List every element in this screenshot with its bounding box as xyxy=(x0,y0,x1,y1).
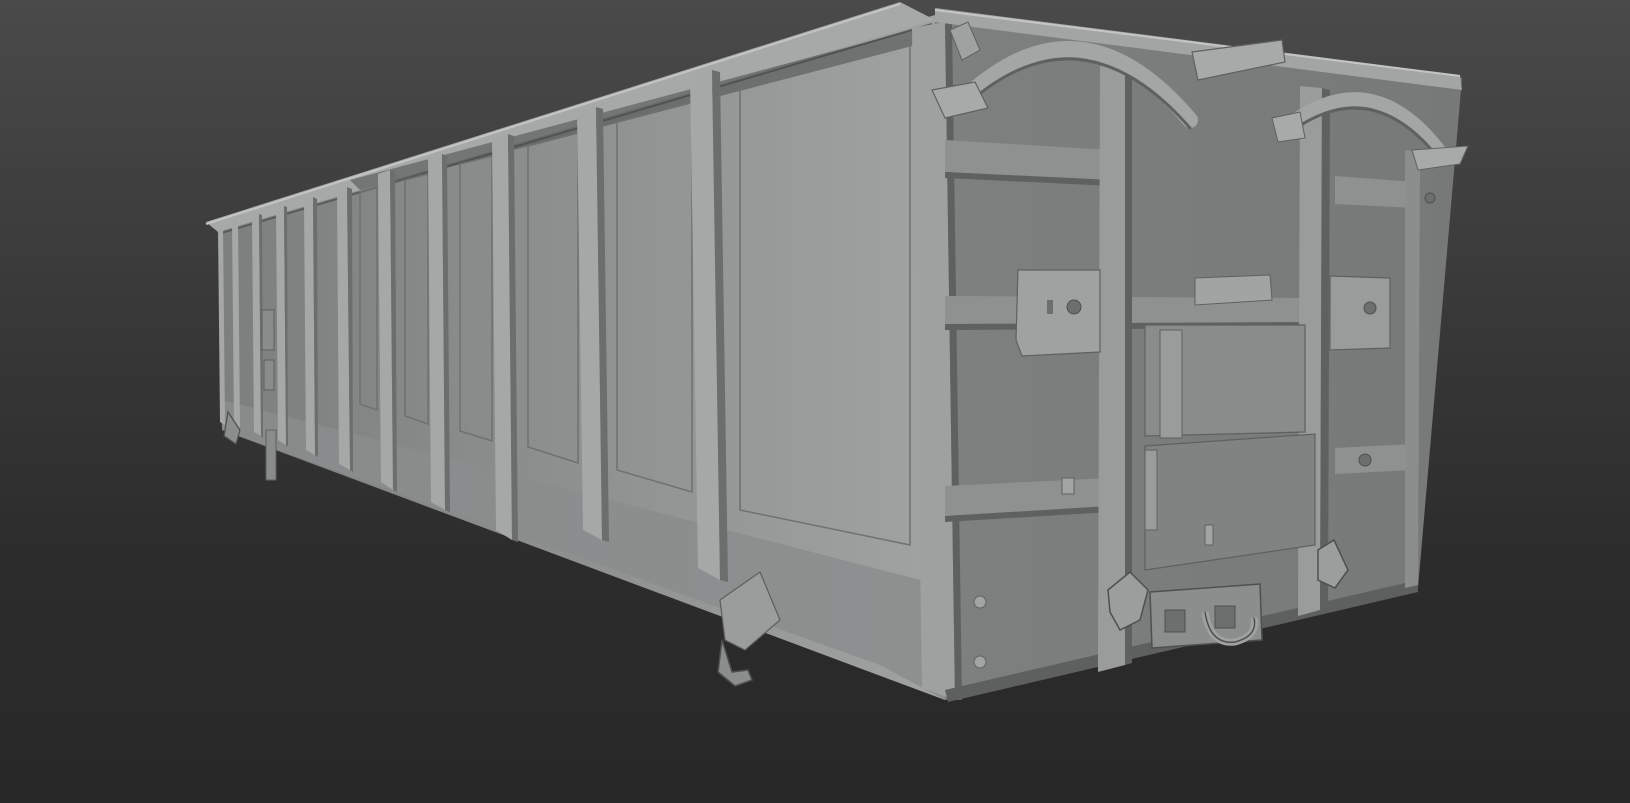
latch-small xyxy=(1204,524,1214,546)
post xyxy=(1405,150,1420,588)
wagon-render xyxy=(205,2,1469,702)
latch-small xyxy=(1061,477,1075,495)
hinge-plate xyxy=(1015,269,1101,357)
rivet xyxy=(973,595,987,609)
bolt-hole xyxy=(1066,299,1082,315)
door-handle xyxy=(1194,274,1273,306)
latch-handle xyxy=(265,429,277,481)
arch-bracket xyxy=(1411,145,1469,171)
arch-bracket xyxy=(1271,111,1306,143)
3d-viewport[interactable] xyxy=(0,0,1630,803)
bolt-hole xyxy=(1358,453,1372,467)
beam xyxy=(1335,444,1412,474)
latch-plate xyxy=(261,309,275,351)
coupler-slot xyxy=(1214,605,1236,629)
latch-plate xyxy=(263,359,275,391)
bolt-hole xyxy=(1363,301,1377,315)
door-bar xyxy=(1159,329,1183,439)
coupler-slot xyxy=(1164,609,1186,633)
bolt-hole xyxy=(1424,192,1436,204)
door-bar xyxy=(1144,449,1158,531)
rivet xyxy=(973,655,987,669)
bolt-slot xyxy=(1047,300,1053,314)
hinge-plate xyxy=(1329,275,1391,351)
